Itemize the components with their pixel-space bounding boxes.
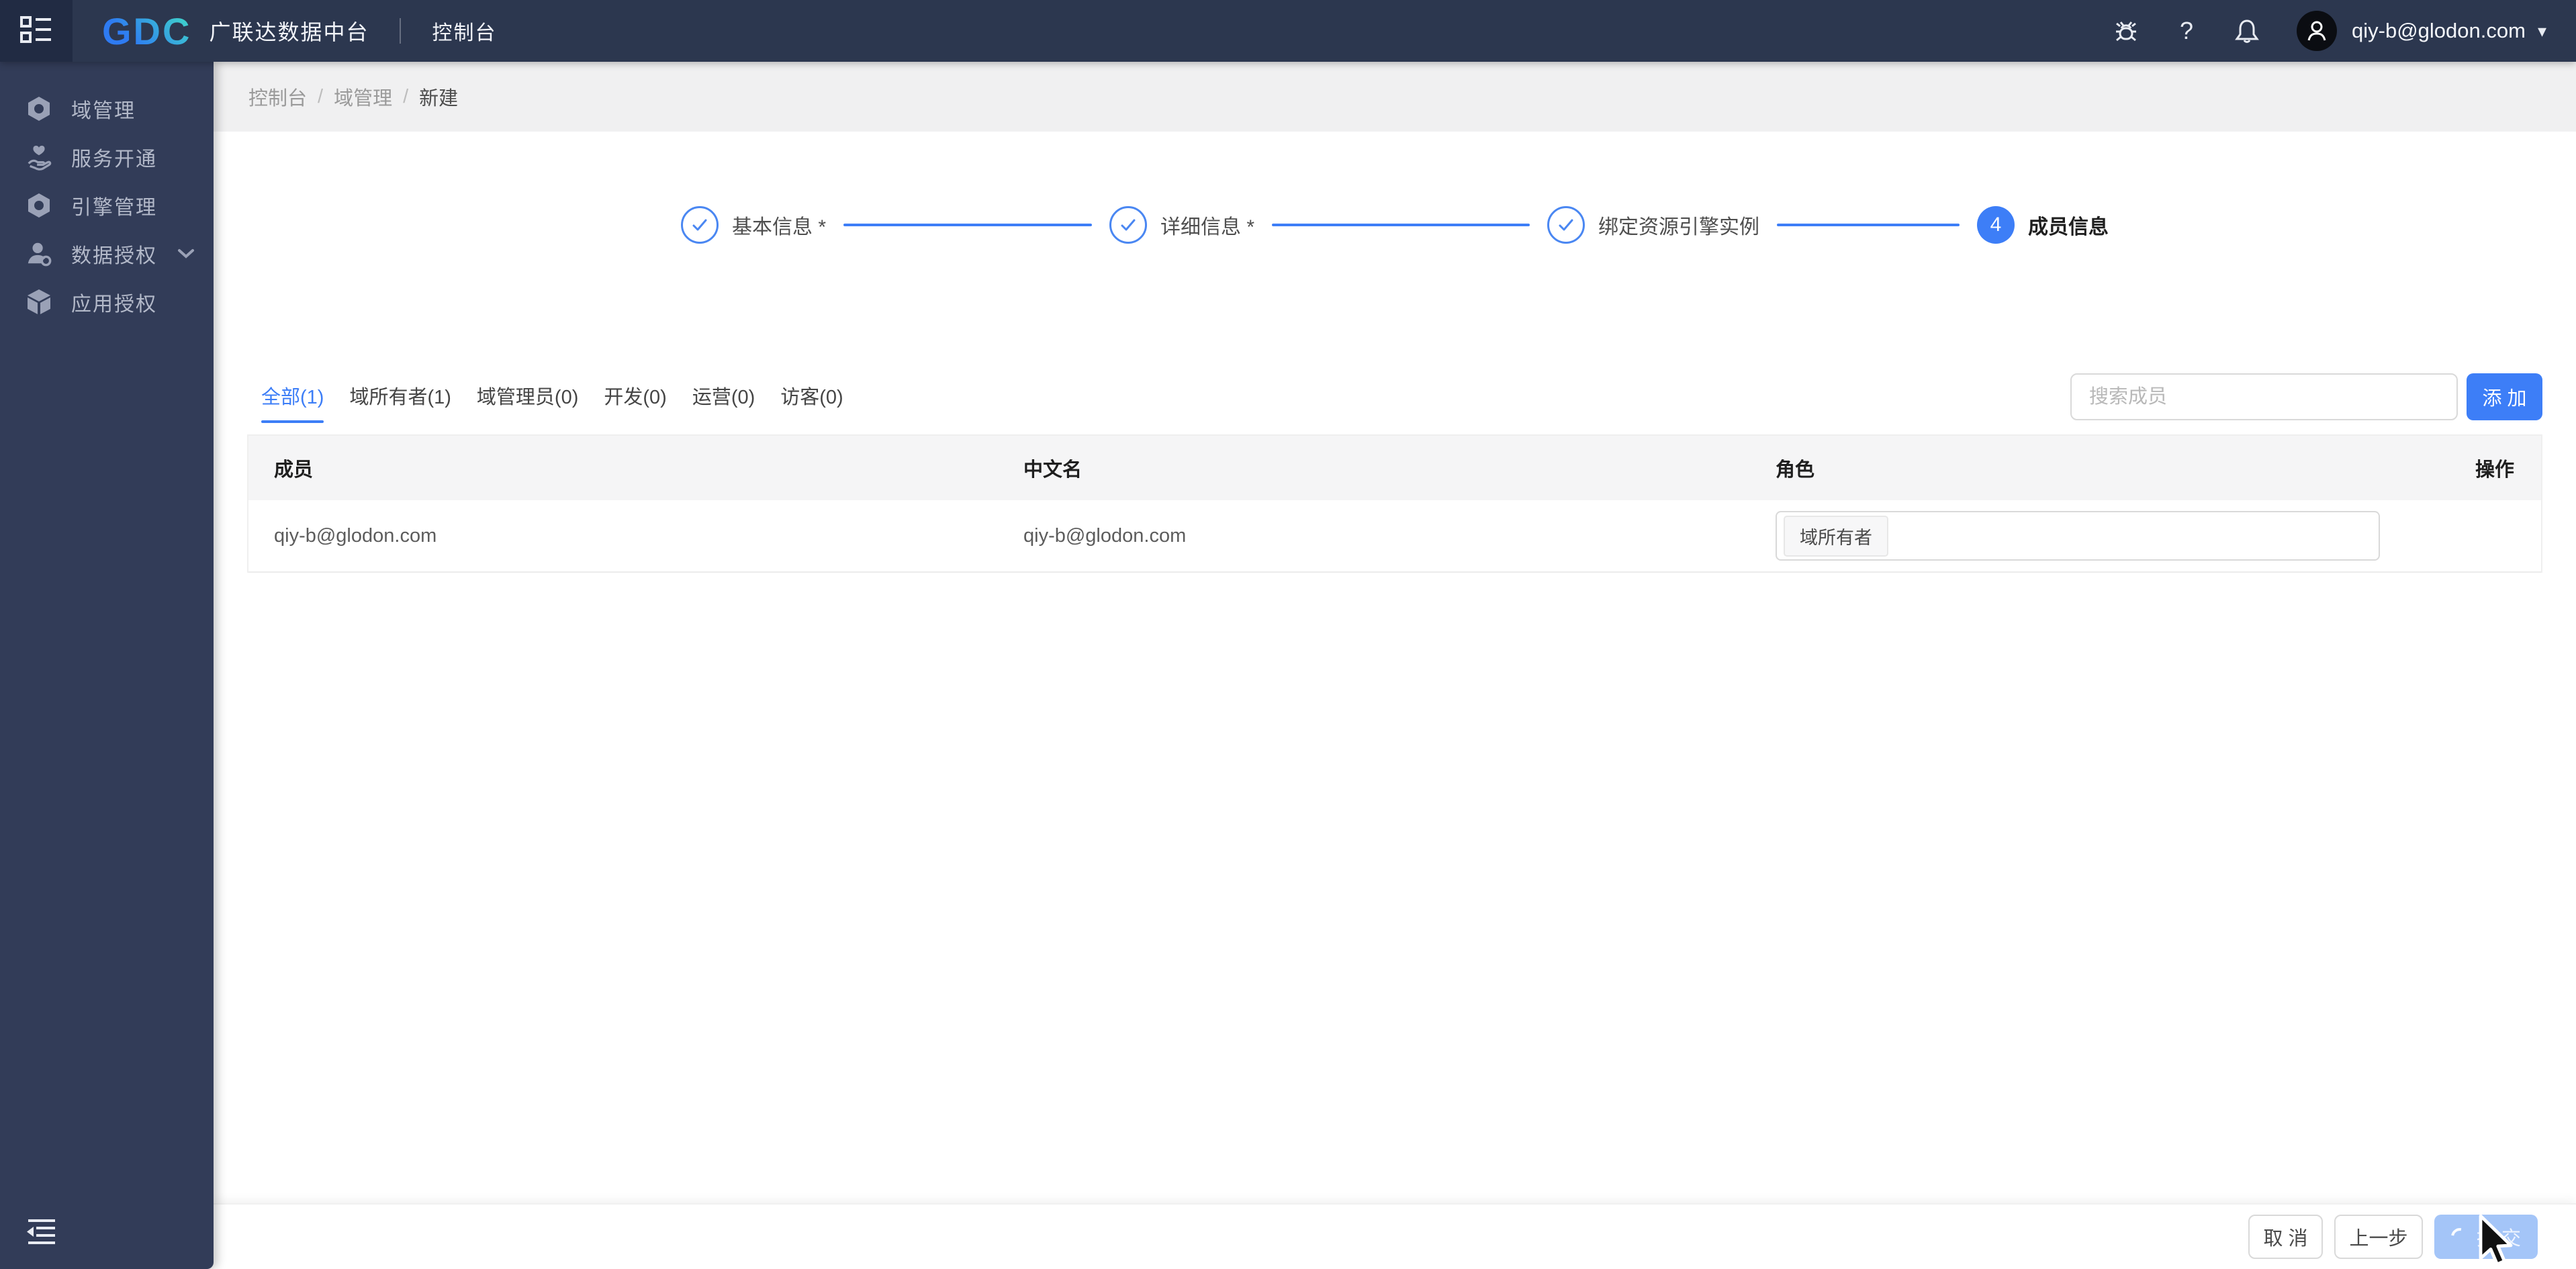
breadcrumb-separator: / [318,86,323,108]
cube-icon [26,289,52,316]
product-name: 广联达数据中台 [209,15,369,46]
cancel-button[interactable]: 取 消 [2248,1215,2323,1259]
sidebar: 域管理 服务开通 引擎管理 [0,62,214,1269]
submit-button-label: 提 交 [2477,1223,2521,1251]
tab-all[interactable]: 全部(1) [261,381,324,423]
step-basic-info: 基本信息 * [681,206,826,244]
sidebar-item-label: 域管理 [71,94,136,124]
breadcrumb-separator: / [403,86,408,108]
breadcrumb-domain-management[interactable]: 域管理 [334,83,392,111]
wizard-footer: 取 消 上一步 提 交 [214,1203,2576,1269]
step-label: 基本信息 * [732,210,826,240]
step-done-check-icon [1109,206,1147,244]
avatar[interactable] [2297,11,2337,51]
collapse-sidebar-icon [24,1217,56,1250]
sidebar-item-app-authorization[interactable]: 应用授权 [0,278,214,326]
loading-spinner-icon [2448,1225,2472,1249]
top-header: GDC 广联达数据中台 控制台 ? [0,0,2576,62]
step-bind-engine-instance: 绑定资源引擎实例 [1547,206,1759,244]
app-menu-icon [20,15,52,47]
gdc-logo: GDC [102,9,191,53]
sidebar-item-label: 服务开通 [71,142,157,172]
tab-developer[interactable]: 开发(0) [604,381,666,423]
app-menu-button[interactable] [0,0,73,62]
help-icon[interactable]: ? [2172,16,2201,46]
breadcrumb: 控制台 / 域管理 / 新建 [214,62,2576,132]
search-member-input[interactable] [2070,373,2458,420]
step-number: 4 [1990,214,2002,236]
chevron-down-icon[interactable] [177,248,195,260]
header-right: ? qiy-b@glodon.com ▾ [2080,11,2546,51]
role-select-input[interactable]: 域所有者 [1776,511,2380,561]
column-header-chinese-name: 中文名 [998,454,1750,482]
step-current-circle: 4 [1977,206,2015,244]
table-row: qiy-b@glodon.com qiy-b@glodon.com 域所有者 [248,500,2541,573]
step-done-check-icon [681,206,719,244]
column-header-member: 成员 [248,454,998,482]
sidebar-item-label: 数据授权 [71,239,157,269]
app-window: GDC 广联达数据中台 控制台 ? [0,0,2576,1269]
step-done-check-icon [1547,206,1585,244]
tab-guest[interactable]: 访客(0) [780,381,843,423]
sidebar-item-label: 应用授权 [71,287,157,317]
cell-role: 域所有者 [1750,511,2416,561]
tab-operations[interactable]: 运营(0) [692,381,755,423]
hex-nut-icon [26,192,52,219]
user-email[interactable]: qiy-b@glodon.com [2352,19,2526,43]
header-nav-console[interactable]: 控制台 [432,16,496,46]
hex-nut-icon [26,95,52,122]
breadcrumb-console[interactable]: 控制台 [248,83,307,111]
step-member-info: 4 成员信息 [1977,206,2109,244]
cell-member: qiy-b@glodon.com [248,525,998,547]
sidebar-item-data-authorization[interactable]: 数据授权 [0,230,214,278]
hand-heart-icon [26,144,52,171]
bug-icon[interactable] [2111,16,2141,46]
sidebar-item-domain-management[interactable]: 域管理 [0,85,214,133]
step-label: 成员信息 [2028,210,2109,240]
toolbar-right: 添 加 [2070,373,2542,420]
previous-step-button[interactable]: 上一步 [2334,1215,2423,1259]
step-label: 绑定资源引擎实例 [1598,210,1759,240]
wizard-stepper: 基本信息 * 详细信息 * [214,206,2576,244]
members-table: 成员 中文名 角色 操作 qiy-b@glodon.com qiy-b@glod… [247,434,2542,573]
cell-chinese-name: qiy-b@glodon.com [998,525,1750,547]
sidebar-item-service-activation[interactable]: 服务开通 [0,133,214,181]
step-connector [1777,224,1960,226]
sidebar-item-engine-management[interactable]: 引擎管理 [0,181,214,230]
chevron-down-icon[interactable]: ▾ [2538,21,2546,42]
role-tag: 域所有者 [1784,516,1888,557]
column-header-role: 角色 [1750,454,2416,482]
step-connector [1272,224,1530,226]
wizard-content: 基本信息 * 详细信息 * [214,132,2576,1203]
header-divider [400,18,401,44]
members-toolbar: 全部(1) 域所有者(1) 域管理员(0) 开发(0) 运营(0) 访客(0) … [214,373,2576,423]
sidebar-collapse-button[interactable] [0,1213,214,1253]
sidebar-item-label: 引擎管理 [71,191,157,220]
table-header-row: 成员 中文名 角色 操作 [248,436,2541,500]
breadcrumb-current: 新建 [419,83,458,111]
bell-icon[interactable] [2232,16,2262,46]
user-badge-icon [26,240,52,267]
tab-domain-owner[interactable]: 域所有者(1) [349,381,451,423]
add-member-button[interactable]: 添 加 [2467,373,2542,420]
submit-button[interactable]: 提 交 [2434,1215,2538,1259]
step-connector [843,224,1092,226]
step-detail-info: 详细信息 * [1109,206,1254,244]
role-filter-tabs: 全部(1) 域所有者(1) 域管理员(0) 开发(0) 运营(0) 访客(0) [261,373,843,423]
column-header-actions: 操作 [2416,454,2541,482]
main-area: 控制台 / 域管理 / 新建 基本信息 * [214,62,2576,1269]
tab-domain-admin[interactable]: 域管理员(0) [477,381,578,423]
step-label: 详细信息 * [1160,210,1254,240]
